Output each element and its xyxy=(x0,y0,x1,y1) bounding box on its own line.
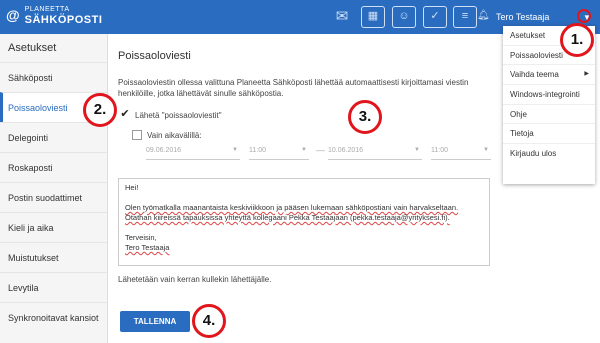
bell-icon[interactable]: 🔔︎ xyxy=(477,10,490,21)
start-time-select[interactable]: 11:00 ▼ xyxy=(249,147,309,160)
brand-line2: SÄHKÖPOSTI xyxy=(24,14,103,26)
description-text: Poissaoloviestin ollessa valittuna Plane… xyxy=(118,78,469,98)
app-logo[interactable]: @ PLANEETTA SÄHKÖPOSTI xyxy=(6,5,103,26)
end-time-select[interactable]: 11:00 ▼ xyxy=(431,147,491,160)
sidebar-item-sync-folders[interactable]: Synkronoitavat kansiot xyxy=(0,302,107,332)
menu-item-change-theme[interactable]: Vaihda teema ▶ xyxy=(503,65,595,86)
send-auto-reply-label: Lähetä "poissaoloviestit" xyxy=(135,110,222,120)
dropdown-arrow-icon: ▼ xyxy=(483,147,489,153)
dropdown-arrow-icon: ▼ xyxy=(414,147,420,153)
message-closing: Terveisin, xyxy=(125,233,157,242)
sidebar-item-spam[interactable]: Roskaposti xyxy=(0,152,107,182)
save-button[interactable]: TALLENNA xyxy=(120,311,190,332)
settings-sidebar: Asetukset Sähköposti Poissaoloviesti Del… xyxy=(0,34,108,343)
menu-item-about[interactable]: Tietoja xyxy=(503,124,595,145)
send-auto-reply-row[interactable]: ✔ Lähetä "poissaoloviestit" xyxy=(120,109,222,120)
dropdown-arrow-icon: ▼ xyxy=(301,147,307,153)
message-signature: Tero Testaaja xyxy=(125,243,170,252)
caret-highlight-circle xyxy=(577,9,591,23)
sidebar-title: Asetukset xyxy=(8,42,57,54)
message-textarea[interactable]: Hei! Olen työmatkalla maanantaista keski… xyxy=(118,178,490,266)
out-of-office-panel: Poissaoloviesti Poissaoloviestin ollessa… xyxy=(112,44,497,284)
at-icon: @ xyxy=(6,7,20,23)
menu-item-windows-integration[interactable]: Windows-integrointi xyxy=(503,85,595,105)
chevron-right-icon: ▶ xyxy=(584,71,589,78)
send-auto-reply-checkbox[interactable]: ✔ xyxy=(120,109,130,120)
calendar-icon[interactable]: ▦ xyxy=(361,6,385,28)
callout-1: 1. xyxy=(560,23,594,57)
sidebar-item-disk-space[interactable]: Levytila xyxy=(0,272,107,302)
period-only-label: Vain aikavälillä: xyxy=(147,130,202,140)
range-dash: — xyxy=(316,145,325,155)
start-date-field[interactable]: 09.06.2016 ▼ xyxy=(146,147,240,160)
contacts-icon[interactable]: ☺ xyxy=(392,6,416,28)
callout-3: 3. xyxy=(348,100,382,134)
message-body-1: Olen työmatkalla maanantaista keskiviikk… xyxy=(125,203,459,212)
notes-icon[interactable]: ≡ xyxy=(453,6,477,28)
footnote-text: Lähetetään vain kerran kullekin lähettäj… xyxy=(118,275,272,284)
period-only-row[interactable]: Vain aikavälillä: xyxy=(132,130,202,140)
sidebar-item-delegation[interactable]: Delegointi xyxy=(0,122,107,152)
sidebar-item-reminders[interactable]: Muistutukset xyxy=(0,242,107,272)
menu-item-logout[interactable]: Kirjaudu ulos xyxy=(503,144,595,164)
sidebar-item-language-time[interactable]: Kieli ja aika xyxy=(0,212,107,242)
tasks-icon[interactable]: ✓ xyxy=(423,6,447,28)
sidebar-item-email[interactable]: Sähköposti xyxy=(0,62,107,92)
dropdown-arrow-icon: ▼ xyxy=(232,147,238,153)
end-date-field[interactable]: 10.06.2016 ▼ xyxy=(328,147,422,160)
message-greeting: Hei! xyxy=(125,183,139,192)
mail-icon[interactable]: ✉ xyxy=(330,6,354,28)
callout-2: 2. xyxy=(83,93,117,127)
user-name[interactable]: Tero Testaaja xyxy=(496,12,549,22)
sidebar-item-mail-filters[interactable]: Postin suodattimet xyxy=(0,182,107,212)
callout-4: 4. xyxy=(192,304,226,338)
menu-item-help[interactable]: Ohje xyxy=(503,105,595,125)
message-body-2: Otathan kiireissä tapauksissa yhteyttä k… xyxy=(125,213,450,222)
page-title: Poissaoloviesti xyxy=(118,50,191,62)
period-only-checkbox[interactable] xyxy=(132,130,142,140)
